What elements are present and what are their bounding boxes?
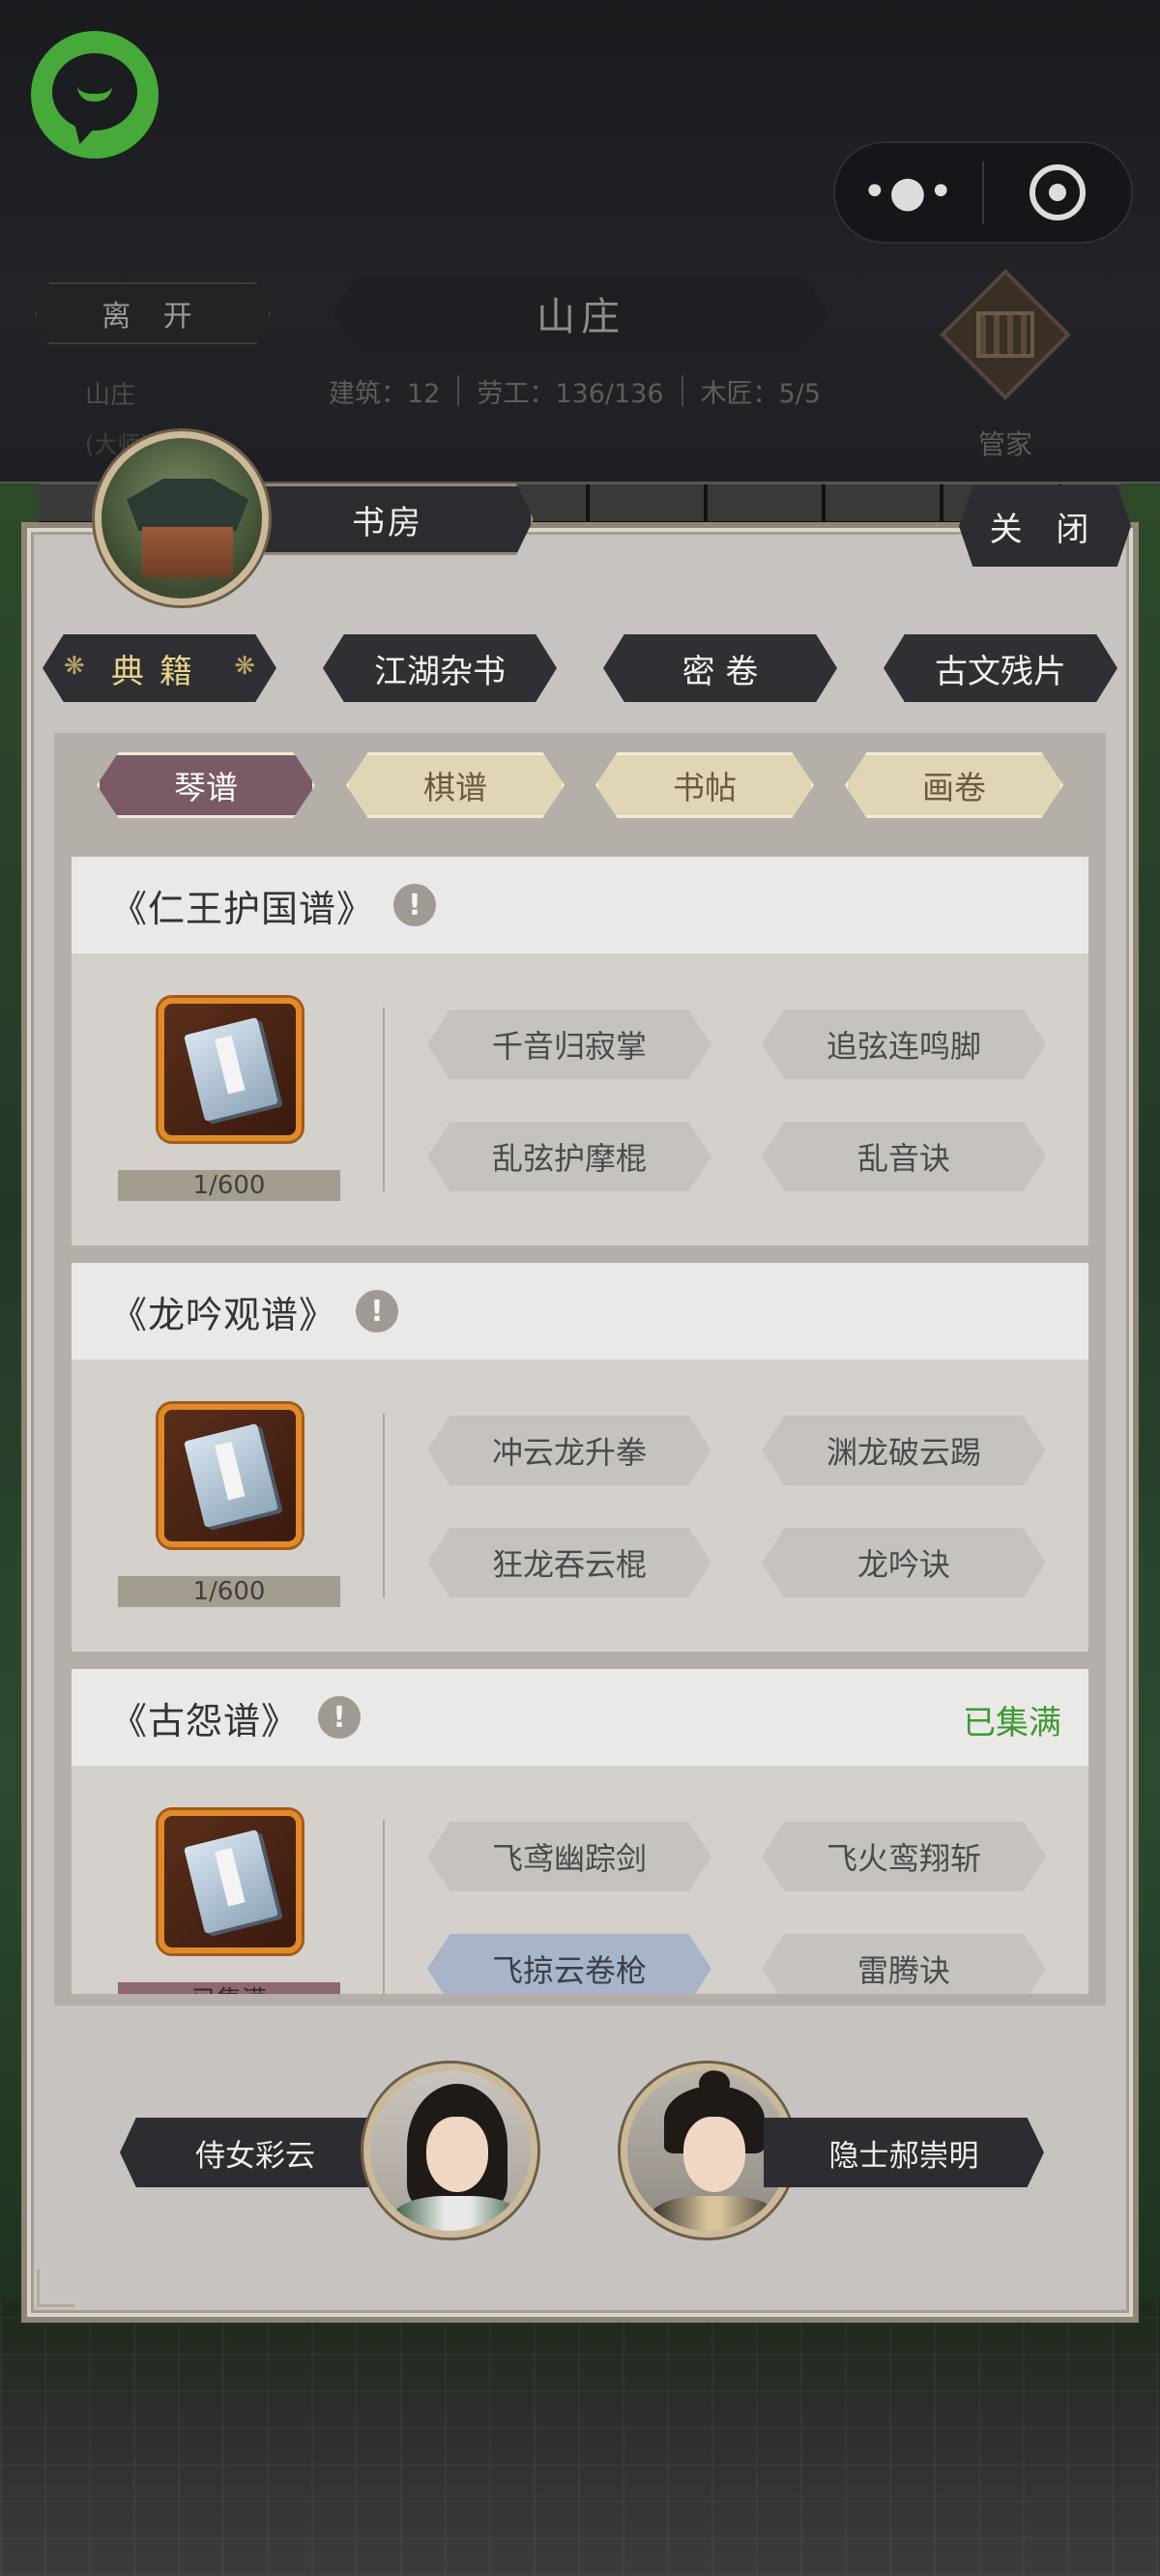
stat-labor: 劳工：136/136 (477, 378, 664, 409)
room-title: 书房 (242, 483, 534, 555)
skill-button[interactable]: 龙吟诀 (762, 1528, 1046, 1597)
estate-title: 山庄 (333, 277, 829, 350)
book-card: 《古怨谱》 ! 已集满 已集满 飞鸢幽踪剑 飞火鸾翔斩 飞掠云卷枪 雷腾诀 (72, 1669, 1088, 1994)
book-progress: 1/600 (118, 1170, 340, 1201)
skill-button[interactable]: 乱音诀 (762, 1122, 1046, 1191)
subtab-chess-manuals[interactable]: 棋谱 (346, 752, 565, 818)
stat-buildings: 建筑：12 (329, 378, 441, 409)
tab-ancient-fragments[interactable]: 古文残片 (884, 634, 1117, 702)
estate-sub-label: 山庄 (85, 381, 136, 410)
room-building-icon (95, 431, 269, 605)
skill-button[interactable]: 渊龙破云踢 (762, 1416, 1046, 1485)
exit-miniprogram-button[interactable] (984, 143, 1131, 242)
subtab-music-scores[interactable]: 琴谱 (97, 752, 315, 818)
background-courtyard (0, 2301, 1160, 2576)
subtab-calligraphy[interactable]: 书帖 (595, 752, 814, 818)
book-card: 《龙吟观谱》 ! 1/600 冲云龙升拳 渊龙破云踢 狂龙吞云棍 龙吟诀 (72, 1263, 1088, 1652)
info-icon[interactable]: ! (318, 1696, 362, 1739)
steward-button[interactable]: 管家 (938, 269, 1073, 462)
book-title: 《龙吟观谱》 (110, 1293, 337, 1336)
skill-button[interactable]: 飞火鸾翔斩 (762, 1822, 1046, 1891)
collected-status: 已集满 (963, 1704, 1061, 1742)
abacus-icon (976, 311, 1034, 358)
steward-label: 管家 (977, 428, 1032, 460)
book-card-header: 《仁王护国谱》 ! (72, 857, 1088, 953)
info-icon[interactable]: ! (356, 1290, 399, 1332)
tab-jianghu-books[interactable]: 江湖杂书 (323, 634, 557, 702)
close-button[interactable]: 关 闭 (959, 485, 1131, 567)
tab-secret-scrolls[interactable]: 密 卷 (603, 634, 837, 702)
book-icon[interactable] (159, 1810, 302, 1953)
target-icon (1030, 164, 1086, 220)
leave-button[interactable]: 离 开 (35, 282, 271, 344)
info-icon[interactable]: ! (393, 884, 437, 926)
more-button[interactable]: •●• (835, 143, 982, 242)
skill-button[interactable]: 冲云龙升拳 (427, 1416, 711, 1485)
book-progress: 1/600 (118, 1576, 340, 1607)
book-card-header: 《古怨谱》 ! 已集满 (72, 1669, 1088, 1766)
maid-avatar[interactable] (363, 2064, 537, 2238)
miniprogram-capsule: •●• (833, 141, 1133, 244)
skill-button[interactable]: 雷腾诀 (762, 1934, 1046, 1994)
tab-classics[interactable]: 典籍 (43, 634, 276, 702)
book-icon[interactable] (159, 1404, 302, 1547)
subtab-paintings[interactable]: 画卷 (845, 752, 1063, 818)
estate-stats: 建筑：12 劳工：136/136 木匠：5/5 (311, 369, 862, 412)
skill-button[interactable]: 乱弦护摩棍 (427, 1122, 711, 1191)
more-icon: •●• (861, 167, 956, 217)
skill-button[interactable]: 千音归寂掌 (427, 1010, 711, 1079)
book-icon[interactable] (159, 998, 302, 1141)
skill-button-selected[interactable]: 飞掠云卷枪 (427, 1934, 711, 1994)
skill-button[interactable]: 飞鸢幽踪剑 (427, 1822, 711, 1891)
book-progress: 已集满 (118, 1982, 340, 1994)
skill-button[interactable]: 追弦连鸣脚 (762, 1010, 1046, 1079)
stat-carpenter: 木匠：5/5 (700, 378, 821, 409)
npc-maid-button[interactable]: 侍女彩云 (120, 2118, 391, 2187)
book-list[interactable]: 《仁王护国谱》 ! 1/600 千音归寂掌 追弦连鸣脚 乱弦护摩棍 乱音诀 《龙… (72, 857, 1088, 1994)
app-logo-icon[interactable] (31, 31, 159, 159)
skill-button[interactable]: 狂龙吞云棍 (427, 1528, 711, 1597)
book-card: 《仁王护国谱》 ! 1/600 千音归寂掌 追弦连鸣脚 乱弦护摩棍 乱音诀 (72, 857, 1088, 1245)
npc-hermit-button[interactable]: 隐士郝崇明 (764, 2118, 1044, 2187)
book-title: 《仁王护国谱》 (110, 887, 375, 930)
book-title: 《古怨谱》 (110, 1699, 300, 1742)
book-card-header: 《龙吟观谱》 ! (72, 1263, 1088, 1360)
